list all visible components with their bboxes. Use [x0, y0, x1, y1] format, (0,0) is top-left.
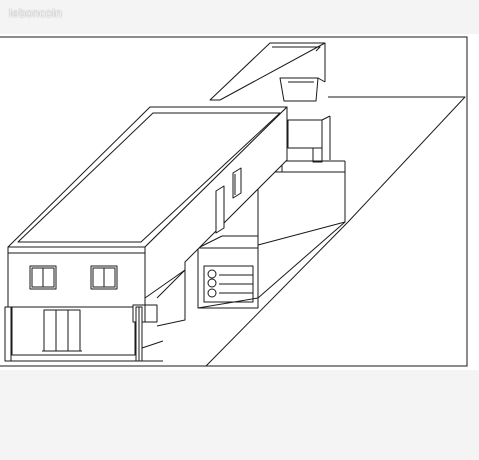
image-background: leboncoin [0, 0, 479, 460]
axonometric-house-drawing [0, 34, 479, 370]
front-facade [7, 246, 146, 308]
leboncoin-watermark: leboncoin [9, 6, 63, 20]
